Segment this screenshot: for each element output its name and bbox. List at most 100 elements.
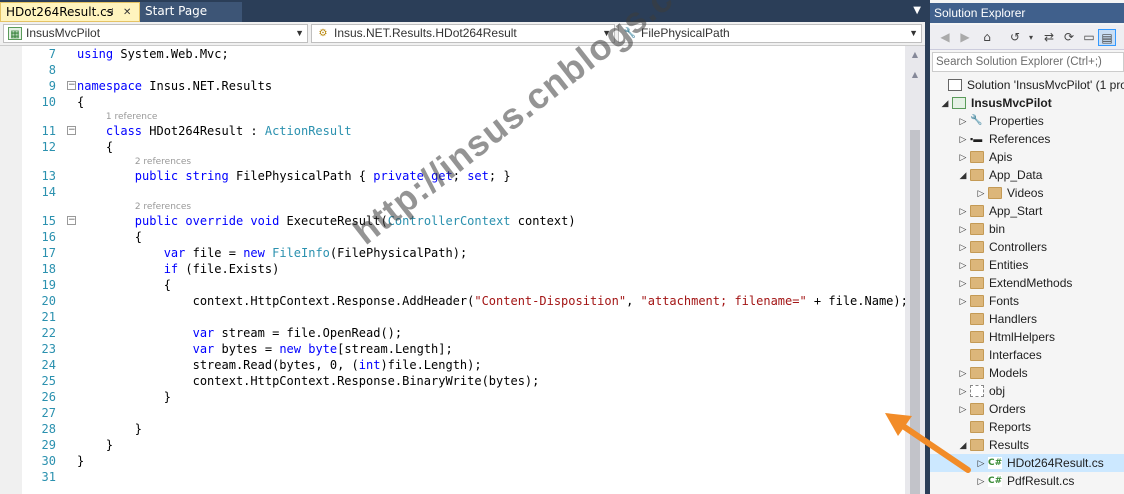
tree-item[interactable]: ▷ Videos (930, 184, 1124, 202)
expanded-arrow-icon[interactable]: ◢ (940, 94, 950, 112)
code-line[interactable]: 22 var stream = file.OpenRead(); (0, 325, 905, 341)
code-line[interactable]: 20 context.HttpContext.Response.AddHeade… (0, 293, 908, 309)
collapsed-arrow-icon[interactable]: ▷ (976, 454, 986, 472)
collapsed-arrow-icon[interactable]: ▷ (976, 472, 986, 490)
tab-hdot264result[interactable]: HDot264Result.cs ⊣ ✕ (0, 2, 140, 22)
line-number: 25 (41, 374, 56, 388)
split-icon[interactable]: ▲ (905, 68, 925, 82)
refresh-icon[interactable]: ⟳ (1060, 29, 1078, 46)
code-line[interactable]: 25 context.HttpContext.Response.BinaryWr… (0, 373, 905, 389)
tree-item[interactable]: ▷ obj (930, 382, 1124, 400)
tab-list-dropdown-icon[interactable]: ▼ (913, 0, 921, 22)
code-line[interactable]: 28 } (0, 421, 905, 437)
collapse-icon[interactable]: − (67, 126, 76, 135)
home-icon[interactable]: ⌂ (978, 29, 996, 46)
tree-item[interactable]: Interfaces (930, 346, 1124, 364)
code-text: var bytes = new byte[stream.Length]; (192, 342, 453, 356)
collapsed-arrow-icon[interactable]: ▷ (958, 148, 968, 166)
line-number: 16 (41, 230, 56, 244)
show-all-files-icon[interactable]: ▤ (1098, 29, 1116, 46)
collapsed-arrow-icon[interactable]: ▷ (958, 256, 968, 274)
class-icon: ⚙ (318, 28, 328, 39)
collapsed-arrow-icon[interactable]: ▷ (958, 202, 968, 220)
expanded-arrow-icon[interactable]: ◢ (958, 166, 968, 184)
code-line[interactable]: 8 (0, 62, 905, 78)
chevron-down-icon[interactable]: ▾ (1022, 29, 1040, 46)
tree-item[interactable]: Handlers (930, 310, 1124, 328)
collapsed-arrow-icon[interactable]: ▷ (958, 382, 968, 400)
tree-item[interactable]: HtmlHelpers (930, 328, 1124, 346)
tree-item[interactable]: Reports (930, 418, 1124, 436)
collapse-icon[interactable]: − (67, 81, 76, 90)
chevron-down-icon: ▼ (295, 28, 304, 38)
tree-item[interactable]: ◢ Results (930, 436, 1124, 454)
close-icon[interactable]: ✕ (123, 3, 131, 23)
search-input[interactable]: Search Solution Explorer (Ctrl+;) (932, 52, 1124, 72)
code-line[interactable]: 9 − namespace Insus.NET.Results (0, 78, 905, 94)
collapsed-arrow-icon[interactable]: ▷ (958, 292, 968, 310)
class-dropdown[interactable]: ⚙ Insus.NET.Results.HDot264Result ▼ (311, 24, 615, 43)
code-line[interactable]: 16 { (0, 229, 905, 245)
code-line[interactable]: 23 var bytes = new byte[stream.Length]; (0, 341, 905, 357)
code-line[interactable]: 10 { (0, 94, 905, 110)
tree-item-label: HtmlHelpers (989, 330, 1056, 344)
tree-item-label: Properties (989, 114, 1044, 128)
expanded-arrow-icon[interactable]: ◢ (958, 436, 968, 454)
forward-icon[interactable]: ▶ (956, 29, 974, 46)
tree-item[interactable]: ◢ App_Data (930, 166, 1124, 184)
code-line[interactable]: 19 { (0, 277, 905, 293)
code-line[interactable]: 24 stream.Read(bytes, 0, (int)file.Lengt… (0, 357, 905, 373)
tree-item[interactable]: ▷ Controllers (930, 238, 1124, 256)
tree-item-label: Videos (1007, 186, 1044, 200)
collapse-icon[interactable]: ▭ (1080, 29, 1098, 46)
tree-item[interactable]: Solution 'InsusMvcPilot' (1 pro (930, 76, 1124, 94)
tree-item[interactable]: ▷ ExtendMethods (930, 274, 1124, 292)
tree-item[interactable]: ▷ C# PdfResult.cs (930, 472, 1124, 490)
collapsed-arrow-icon[interactable]: ▷ (958, 274, 968, 292)
code-line[interactable]: 27 (0, 405, 905, 421)
tab-start-page[interactable]: Start Page (140, 2, 242, 22)
pin-icon[interactable]: ⊣ (105, 3, 114, 23)
back-icon[interactable]: ◀ (936, 29, 954, 46)
collapsed-arrow-icon[interactable]: ▷ (958, 112, 968, 130)
tree-item[interactable]: ▷ App_Start (930, 202, 1124, 220)
scrollbar-thumb[interactable] (910, 130, 920, 494)
code-line[interactable]: 30} (0, 453, 905, 469)
tree-item[interactable]: ▷ C# HDot264Result.cs (930, 454, 1124, 472)
scroll-up-icon[interactable]: ▲ (905, 48, 925, 62)
code-line[interactable]: 26 } (0, 389, 905, 405)
code-line[interactable]: 15 − public override void ExecuteResult(C… (0, 213, 905, 229)
tree-item[interactable]: ▷ ▪▬ References (930, 130, 1124, 148)
line-number: 29 (41, 438, 56, 452)
sync-icon[interactable]: ⇄ (1040, 29, 1058, 46)
tree-item[interactable]: ▷ 🔧 Properties (930, 112, 1124, 130)
collapsed-arrow-icon[interactable]: ▷ (958, 130, 968, 148)
code-line[interactable]: 17 var file = new FileInfo(FilePhysicalP… (0, 245, 905, 261)
code-line[interactable]: 21 (0, 309, 905, 325)
line-number: 23 (41, 342, 56, 356)
tree-item[interactable]: ▷ Apis (930, 148, 1124, 166)
code-line[interactable]: 7 using System.Web.Mvc; (0, 46, 905, 62)
tree-item[interactable]: ▷ Orders (930, 400, 1124, 418)
tree-item[interactable]: ◢ InsusMvcPilot (930, 94, 1124, 112)
vertical-scrollbar[interactable]: ▲ ▲ (905, 46, 925, 494)
collapsed-arrow-icon[interactable]: ▷ (958, 220, 968, 238)
code-editor[interactable]: HDot264Result.cs ⊣ ✕ Start Page ▼ ▦ Insu… (0, 0, 925, 494)
collapse-icon[interactable]: − (67, 216, 76, 225)
project-dropdown[interactable]: ▦ InsusMvcPilot ▼ (3, 24, 308, 43)
collapsed-arrow-icon[interactable]: ▷ (958, 238, 968, 256)
project-dropdown-value: InsusMvcPilot (26, 26, 101, 40)
member-dropdown[interactable]: 🔧 FilePhysicalPath ▼ (618, 24, 922, 43)
collapsed-arrow-icon[interactable]: ▷ (958, 364, 968, 382)
code-line[interactable]: 18 if (file.Exists) (0, 261, 905, 277)
tree-item[interactable]: ▷ Fonts (930, 292, 1124, 310)
collapsed-arrow-icon[interactable]: ▷ (958, 400, 968, 418)
tree-item[interactable]: ▷ Entities (930, 256, 1124, 274)
code-line[interactable]: 29 } (0, 437, 905, 453)
collapsed-arrow-icon[interactable]: ▷ (976, 184, 986, 202)
tree-item[interactable]: ▷ bin (930, 220, 1124, 238)
code-line[interactable]: 31 (0, 469, 905, 485)
line-number: 20 (41, 294, 56, 308)
folder-icon (970, 331, 984, 343)
tree-item[interactable]: ▷ Models (930, 364, 1124, 382)
